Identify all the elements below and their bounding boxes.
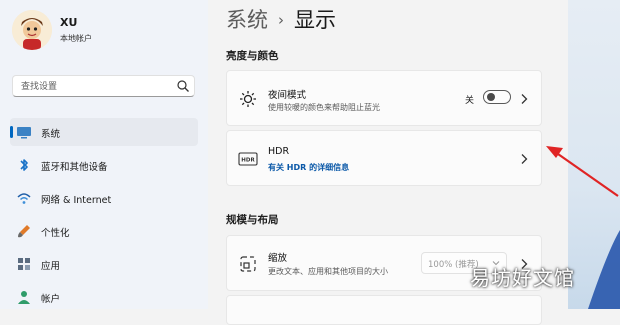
hdr-icon: HDR	[238, 152, 258, 166]
wallpaper-swirl	[588, 230, 620, 309]
sidebar-item-apps[interactable]: 应用	[10, 250, 198, 278]
sidebar-item-network[interactable]: 网络 & Internet	[10, 184, 198, 212]
breadcrumb-current: 显示	[294, 8, 336, 32]
sidebar-item-label: 网络 & Internet	[41, 195, 112, 206]
section-heading-brightness: 亮度与颜色	[226, 50, 279, 62]
wifi-icon	[17, 193, 31, 204]
user-name: XU	[60, 16, 78, 29]
page-title: 系统 › 显示	[226, 4, 336, 34]
night-light-title: 夜间模式	[268, 90, 307, 101]
watermark-text: 易坊好文馆	[470, 266, 575, 290]
sidebar-item-label: 个性化	[41, 228, 70, 239]
sidebar-item-system[interactable]: 系统	[10, 118, 198, 146]
active-indicator	[10, 126, 13, 138]
toggle-state-label: 关	[465, 96, 475, 106]
hdr-details-link[interactable]: 有关 HDR 的详细信息	[268, 162, 349, 173]
chevron-right-icon[interactable]	[519, 153, 529, 165]
night-light-subtitle: 使用较暖的颜色来帮助阻止蓝光	[268, 103, 380, 112]
hdr-card[interactable]: HDR HDR 有关 HDR 的详细信息	[226, 130, 542, 186]
brightness-icon	[240, 91, 256, 107]
section-heading-scale-layout: 规模与布局	[226, 214, 279, 226]
bluetooth-icon	[20, 159, 28, 171]
next-setting-card[interactable]	[226, 295, 542, 325]
night-light-card[interactable]: 夜间模式 使用较暖的颜色来帮助阻止蓝光 关	[226, 70, 542, 126]
desktop-background	[568, 0, 620, 309]
svg-text:HDR: HDR	[241, 158, 255, 164]
breadcrumb-separator: ›	[278, 11, 284, 29]
search-input[interactable]	[19, 79, 173, 95]
brush-icon	[18, 225, 30, 238]
person-icon	[18, 291, 30, 304]
search-box[interactable]	[12, 75, 195, 97]
search-icon[interactable]	[176, 79, 190, 93]
avatar[interactable]	[12, 10, 52, 50]
sidebar-item-label: 帐户	[41, 294, 61, 305]
sidebar-item-bluetooth[interactable]: 蓝牙和其他设备	[10, 151, 198, 179]
account-type: 本地帐户	[60, 34, 92, 43]
scale-subtitle: 更改文本、应用和其他项目的大小	[268, 267, 388, 276]
resize-icon	[240, 256, 256, 272]
hdr-title: HDR	[268, 146, 290, 157]
sidebar-item-accounts[interactable]: 帐户	[10, 283, 198, 311]
sidebar-item-label: 蓝牙和其他设备	[41, 162, 108, 173]
scale-title: 缩放	[268, 253, 288, 264]
breadcrumb-system[interactable]: 系统	[226, 8, 268, 32]
sidebar-item-personalization[interactable]: 个性化	[10, 217, 198, 245]
toggle-knob	[487, 93, 495, 101]
chevron-right-icon[interactable]	[519, 93, 529, 105]
sidebar-item-label: 应用	[41, 261, 61, 272]
sidebar-item-label: 系统	[41, 129, 61, 140]
apps-icon	[18, 258, 30, 270]
sidebar: XU 本地帐户 系统 蓝牙和其他设备 网络 & Internet	[0, 0, 208, 309]
monitor-icon	[17, 127, 31, 139]
night-light-toggle[interactable]	[483, 90, 511, 104]
